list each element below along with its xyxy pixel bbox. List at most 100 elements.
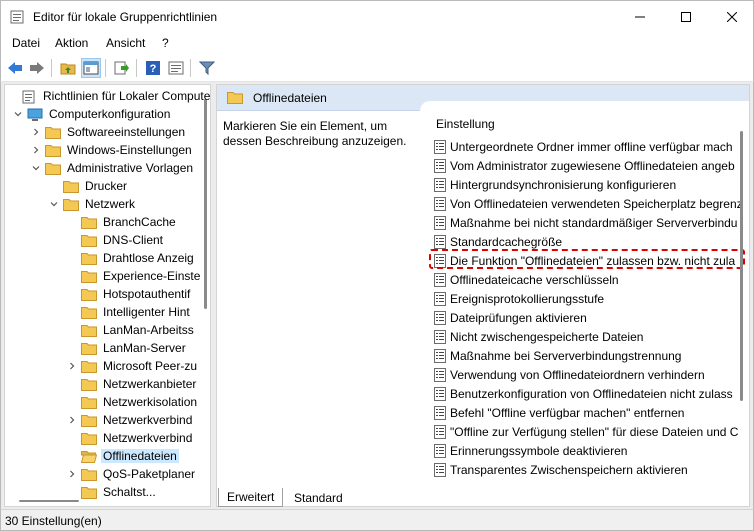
setting-row[interactable]: Vom Administrator zugewiesene Offlinedat… [434, 156, 749, 175]
computer-icon [27, 108, 43, 121]
tree-node[interactable]: Netzwerkverbind [5, 429, 205, 447]
tree-node-content: BranchCache [81, 215, 178, 229]
menu-datei[interactable]: Datei [12, 36, 40, 50]
tree-node-content: LanMan-Server [81, 341, 188, 355]
tree-node-label: Windows-Einstellungen [67, 143, 192, 157]
minimize-button[interactable] [617, 1, 663, 33]
setting-label: Dateiprüfungen aktivieren [450, 310, 587, 325]
tree-node[interactable]: LanMan-Arbeitss [5, 321, 205, 339]
up-folder-button[interactable] [58, 58, 78, 78]
setting-row[interactable]: Ereignisprotokollierungsstufe [434, 289, 749, 308]
setting-row[interactable]: Hintergrundsynchronisierung konfiguriere… [434, 175, 749, 194]
tree-node-content: Windows-Einstellungen [45, 143, 194, 157]
tree-node[interactable]: Drucker [5, 177, 205, 195]
folder-icon [81, 270, 97, 283]
policy-setting-icon [434, 310, 446, 325]
tree-node[interactable]: Administrative Vorlagen [5, 159, 205, 177]
policy-setting-icon [434, 329, 446, 344]
forward-button[interactable] [27, 58, 47, 78]
tree-node[interactable]: Netzwerk [5, 195, 205, 213]
tree-node-content: Netzwerkverbind [81, 413, 194, 427]
setting-row[interactable]: Standardcachegröße [434, 232, 749, 251]
policy-setting-icon [434, 253, 446, 268]
setting-row[interactable]: Die Funktion "Offlinedateien" zulassen b… [434, 251, 749, 270]
tree-node[interactable]: Richtlinien für Lokaler Compute [5, 87, 210, 105]
column-header-setting[interactable]: Einstellung [436, 117, 495, 131]
tree-node[interactable]: Netzwerkisolation [5, 393, 205, 411]
tree-node[interactable]: BranchCache [5, 213, 205, 231]
setting-row[interactable]: Transparentes Zwischenspeichern aktivier… [434, 460, 749, 479]
tree-node[interactable]: Computerkonfiguration [5, 105, 205, 123]
status-bar: 30 Einstellung(en) [0, 509, 754, 531]
tree-node-label: Netzwerkverbind [103, 413, 193, 427]
policy-setting-icon [434, 215, 446, 230]
chevron-right-icon[interactable] [67, 415, 77, 425]
export-list-button[interactable] [112, 58, 132, 78]
chevron-right-icon[interactable] [31, 145, 41, 155]
policy-setting-icon [434, 196, 446, 211]
tree-node-label: Softwareeinstellungen [67, 125, 186, 139]
toolbar: ? [0, 54, 754, 82]
window-title: Editor für lokale Gruppenrichtlinien [33, 10, 218, 24]
tree-node[interactable]: Netzwerkanbieter [5, 375, 205, 393]
folder-icon [81, 360, 97, 373]
tree-node[interactable]: Offlinedateien [5, 447, 205, 465]
back-button[interactable] [5, 58, 25, 78]
tab-standard[interactable]: Standard [286, 488, 351, 507]
tree-node[interactable]: Windows-Einstellungen [5, 141, 205, 159]
setting-label: Ereignisprotokollierungsstufe [450, 291, 605, 306]
setting-row[interactable]: Befehl "Offline verfügbar machen" entfer… [434, 403, 749, 422]
tree-node[interactable]: Microsoft Peer-zu [5, 357, 205, 375]
maximize-button[interactable] [663, 1, 709, 33]
folder-icon [45, 162, 61, 175]
tree-node[interactable]: Schaltst... [5, 483, 205, 501]
tree-node[interactable]: Netzwerkverbind [5, 411, 205, 429]
tree-node-content: Intelligenter Hint [81, 305, 192, 319]
close-button[interactable] [709, 1, 754, 33]
setting-row[interactable]: Dateiprüfungen aktivieren [434, 308, 749, 327]
export-icon [114, 61, 129, 75]
properties-button[interactable] [166, 58, 186, 78]
setting-row[interactable]: Verwendung von Offlinedateiordnern verhi… [434, 365, 749, 384]
tree-node[interactable]: Softwareeinstellungen [5, 123, 205, 141]
setting-row[interactable]: Benutzerkonfiguration von Offlinedateien… [434, 384, 749, 403]
chevron-down-icon[interactable] [13, 109, 23, 119]
tree-node[interactable]: Drahtlose Anzeig [5, 249, 205, 267]
description-text: Markieren Sie ein Element, um dessen Bes… [223, 119, 407, 148]
folder-icon [227, 91, 243, 107]
tree-node[interactable]: QoS-Paketplaner [5, 465, 205, 483]
folder-icon [81, 324, 97, 337]
tree-node[interactable]: LanMan-Server [5, 339, 205, 357]
setting-row[interactable]: Maßnahme bei Serververbindungstrennung [434, 346, 749, 365]
chevron-right-icon[interactable] [67, 361, 77, 371]
menu-help[interactable]: ? [162, 36, 169, 50]
tree-node-label: Experience-Einste [103, 269, 201, 283]
show-tree-button[interactable] [81, 58, 101, 78]
help-button[interactable]: ? [143, 58, 163, 78]
tree-node-content: Schaltst... [81, 485, 158, 499]
setting-row[interactable]: "Offline zur Verfügung stellen" für dies… [434, 422, 749, 441]
details-scroll-thumb[interactable] [740, 131, 743, 401]
tree-node-label: LanMan-Server [103, 341, 186, 355]
tree-pane[interactable]: Richtlinien für Lokaler Compute Computerk… [4, 84, 211, 507]
chevron-down-icon[interactable] [31, 163, 41, 173]
app-icon [10, 10, 24, 24]
menu-ansicht[interactable]: Ansicht [106, 36, 145, 50]
filter-button[interactable] [197, 58, 217, 78]
tree-node[interactable]: Hotspotauthentif [5, 285, 205, 303]
tree-node-label: DNS-Client [103, 233, 164, 247]
tab-erweitert[interactable]: Erweitert [218, 488, 284, 507]
chevron-right-icon[interactable] [67, 469, 77, 479]
chevron-right-icon[interactable] [31, 127, 41, 137]
setting-row[interactable]: Offlinedateicache verschlüsseln [434, 270, 749, 289]
tree-node[interactable]: Intelligenter Hint [5, 303, 205, 321]
tree-node[interactable]: DNS-Client [5, 231, 205, 249]
setting-row[interactable]: Maßnahme bei nicht standardmäßiger Serve… [434, 213, 749, 232]
setting-row[interactable]: Erinnerungssymbole deaktivieren [434, 441, 749, 460]
tree-node[interactable]: Experience-Einste [5, 267, 205, 285]
chevron-down-icon[interactable] [49, 199, 59, 209]
setting-row[interactable]: Nicht zwischengespeicherte Dateien [434, 327, 749, 346]
setting-row[interactable]: Untergeordnete Ordner immer offline verf… [434, 137, 749, 156]
menu-aktion[interactable]: Aktion [55, 36, 88, 50]
setting-row[interactable]: Von Offlinedateien verwendeten Speicherp… [434, 194, 749, 213]
